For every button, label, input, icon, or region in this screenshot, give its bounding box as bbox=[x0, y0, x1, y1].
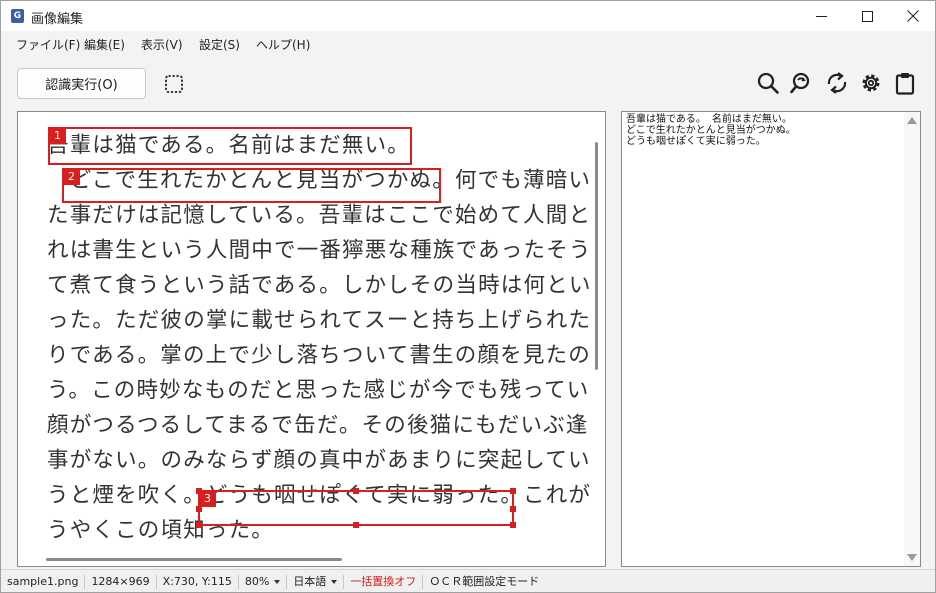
resize-handle[interactable] bbox=[353, 522, 359, 528]
region-number-badge: 1 bbox=[49, 127, 66, 144]
ocr-line: 吾輩は猫である。 名前はまだ無い。 bbox=[626, 114, 792, 125]
search-replace-icon[interactable] bbox=[790, 71, 814, 95]
maximize-icon bbox=[861, 10, 873, 22]
doc-line: う。この時妙なものだと思った感じが今でも残ってい bbox=[47, 378, 590, 403]
horizontal-scrollbar[interactable] bbox=[46, 558, 342, 561]
vertical-scrollbar[interactable] bbox=[595, 142, 598, 370]
language-dropdown[interactable]: 日本語 bbox=[287, 574, 345, 589]
menu-bar: ファイル(F) 編集(E) 表示(V) 設定(S) ヘルプ(H) bbox=[1, 31, 935, 55]
ocr-result-text[interactable]: 吾輩は猫である。 名前はまだ無い。 どこで生れたかとんと見当がつかぬ。 どうも咽せぽ… bbox=[626, 114, 796, 147]
image-preview-pane[interactable]: 吾輩は猫である。名前はまだ無い。 どこで生れたかとんと見当がつかぬ。何でも薄暗い… bbox=[17, 111, 606, 567]
bulk-replace-toggle[interactable]: 一括置換オフ bbox=[344, 574, 424, 589]
app-icon: G bbox=[11, 9, 24, 23]
resize-handle[interactable] bbox=[510, 488, 516, 494]
minimize-button[interactable] bbox=[798, 1, 844, 31]
doc-line: 顔がつるつるしてまるで缶だ。その後猫にもだいぶ逢 bbox=[47, 413, 589, 438]
resize-handle[interactable] bbox=[196, 506, 202, 512]
language-value: 日本語 bbox=[293, 574, 327, 588]
zoom-dropdown[interactable]: 80% bbox=[239, 574, 288, 589]
chevron-down-icon bbox=[274, 579, 281, 584]
ocr-region-2[interactable]: 2 bbox=[62, 168, 441, 203]
window-title: 画像編集 bbox=[31, 12, 84, 27]
ocr-region-3-selected[interactable]: 3 bbox=[196, 488, 516, 528]
doc-line: った。ただ彼の掌に載せられてスーと持ち上げられた bbox=[47, 308, 592, 333]
gear-icon[interactable] bbox=[859, 71, 883, 95]
close-button[interactable] bbox=[890, 1, 935, 31]
ocr-region-1[interactable]: 1 bbox=[48, 127, 412, 165]
region-number-badge: 2 bbox=[63, 168, 80, 185]
zoom-value: 80% bbox=[244, 574, 270, 588]
rotate-icon[interactable] bbox=[825, 71, 849, 95]
doc-line: れは書生という人間中で一番獰悪な種族であったそう bbox=[47, 238, 592, 263]
menu-file[interactable]: ファイル(F) bbox=[16, 36, 80, 53]
minimize-icon bbox=[815, 15, 827, 17]
ocr-line: どうも咽せぽくて実に弱った。 bbox=[626, 136, 766, 147]
scroll-down-icon[interactable] bbox=[907, 554, 917, 561]
scroll-up-icon[interactable] bbox=[907, 117, 917, 124]
doc-line: りである。掌の上で少し落ちついて書生の顔を見たの bbox=[47, 343, 591, 368]
toolbar: 認識実行(O) bbox=[1, 55, 935, 111]
ocr-pane-scrollbar[interactable] bbox=[904, 112, 920, 566]
resize-handle[interactable] bbox=[353, 488, 359, 494]
chevron-down-icon bbox=[331, 579, 338, 584]
status-dimensions: 1284×969 bbox=[85, 574, 157, 589]
maximize-button[interactable] bbox=[844, 1, 890, 31]
menu-help[interactable]: ヘルプ(H) bbox=[256, 36, 310, 53]
status-bar: sample1.png 1284×969 X:730, Y:115 80% 日本… bbox=[1, 569, 935, 592]
close-icon bbox=[907, 10, 919, 22]
run-recognition-button[interactable]: 認識実行(O) bbox=[17, 68, 146, 99]
status-filename: sample1.png bbox=[1, 574, 86, 589]
status-mode: ＯＣＲ範囲設定モード bbox=[429, 574, 540, 588]
menu-edit[interactable]: 編集(E) bbox=[84, 36, 125, 53]
search-icon[interactable] bbox=[756, 71, 780, 95]
ocr-line: どこで生れたかとんと見当がつかぬ。 bbox=[626, 125, 796, 136]
resize-handle[interactable] bbox=[510, 506, 516, 512]
doc-line: た事だけは記憶している。吾輩はここで始めて人間と bbox=[47, 203, 592, 228]
menu-view[interactable]: 表示(V) bbox=[141, 36, 183, 53]
app-window: G 画像編集 ファイル(F) 編集(E) 表示(V) 設定(S) ヘルプ(H) … bbox=[0, 0, 936, 593]
resize-handle[interactable] bbox=[196, 522, 202, 528]
select-region-icon[interactable] bbox=[164, 74, 184, 94]
ocr-result-pane[interactable]: 吾輩は猫である。 名前はまだ無い。 どこで生れたかとんと見当がつかぬ。 どうも咽せぽ… bbox=[621, 111, 921, 567]
status-coords: X:730, Y:115 bbox=[157, 574, 239, 589]
clipboard-icon[interactable] bbox=[893, 71, 917, 95]
menu-settings[interactable]: 設定(S) bbox=[199, 36, 240, 53]
resize-handle[interactable] bbox=[196, 488, 202, 494]
title-bar: G 画像編集 bbox=[1, 1, 935, 31]
resize-handle[interactable] bbox=[510, 522, 516, 528]
doc-line: 事がない。のみならず顔の真中があまりに突起してい bbox=[47, 448, 591, 473]
doc-line: て煮て食うという話である。しかしその当時は何とい bbox=[47, 273, 592, 298]
